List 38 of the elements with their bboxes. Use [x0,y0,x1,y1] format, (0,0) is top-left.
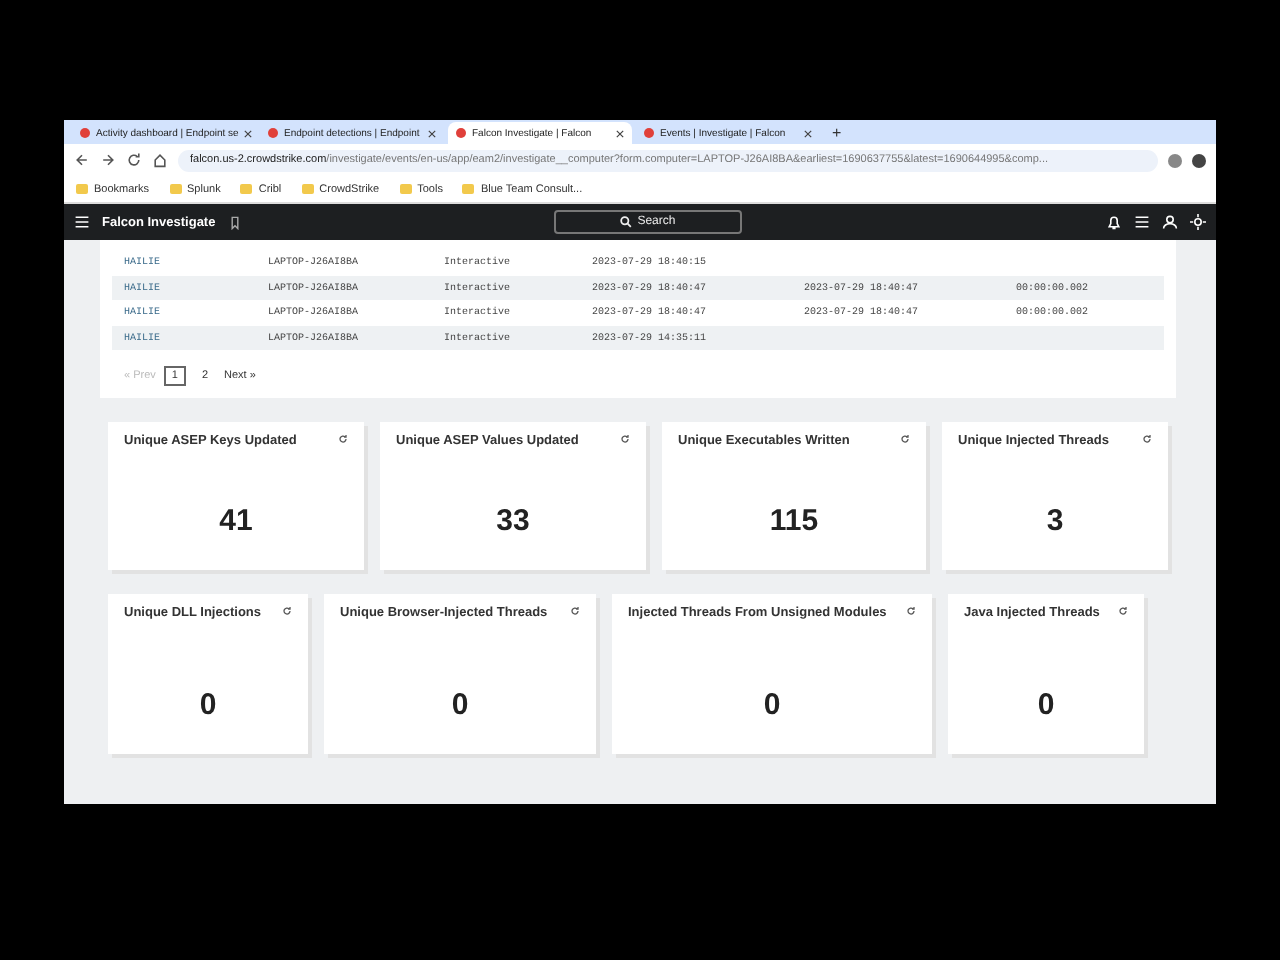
refresh-icon[interactable] [906,606,916,616]
bell-icon[interactable] [1106,214,1122,230]
refresh-icon[interactable] [338,434,348,444]
close-icon[interactable] [244,129,253,137]
reload-icon[interactable] [126,152,142,168]
new-tab-button[interactable]: + [824,123,850,141]
favicon-icon [80,128,90,138]
forward-arrow-icon[interactable] [100,152,116,168]
favicon-icon [268,128,278,138]
extension-icon[interactable] [1168,153,1182,167]
refresh-icon[interactable] [570,606,580,616]
refresh-icon[interactable] [900,434,910,444]
refresh-icon[interactable] [620,434,630,444]
metric-value: 0 [451,688,469,722]
bookmark-icon[interactable] [227,215,242,229]
back-arrow-icon[interactable] [74,152,90,168]
favicon-icon [456,128,466,138]
metric-value: 3 [1046,504,1064,538]
refresh-icon[interactable] [282,606,292,616]
metric-value: 0 [199,688,217,722]
user-icon[interactable] [1162,214,1178,230]
metric-value: 0 [1037,688,1055,722]
metric-value: 115 [769,504,819,538]
metric-value: 41 [219,504,253,538]
search-icon [619,216,632,228]
close-icon[interactable] [428,129,436,137]
home-icon[interactable] [152,152,168,168]
metric-value: 0 [763,688,781,722]
list-icon[interactable] [1134,214,1150,230]
profile-avatar[interactable] [1192,153,1206,167]
metric-value: 33 [496,504,530,538]
close-icon[interactable] [804,129,812,137]
favicon-icon [644,128,654,138]
refresh-icon[interactable] [1142,434,1152,444]
menu-icon[interactable] [74,214,90,230]
refresh-icon[interactable] [1118,606,1128,616]
sun-icon[interactable] [1190,214,1206,230]
close-icon[interactable] [616,129,624,137]
